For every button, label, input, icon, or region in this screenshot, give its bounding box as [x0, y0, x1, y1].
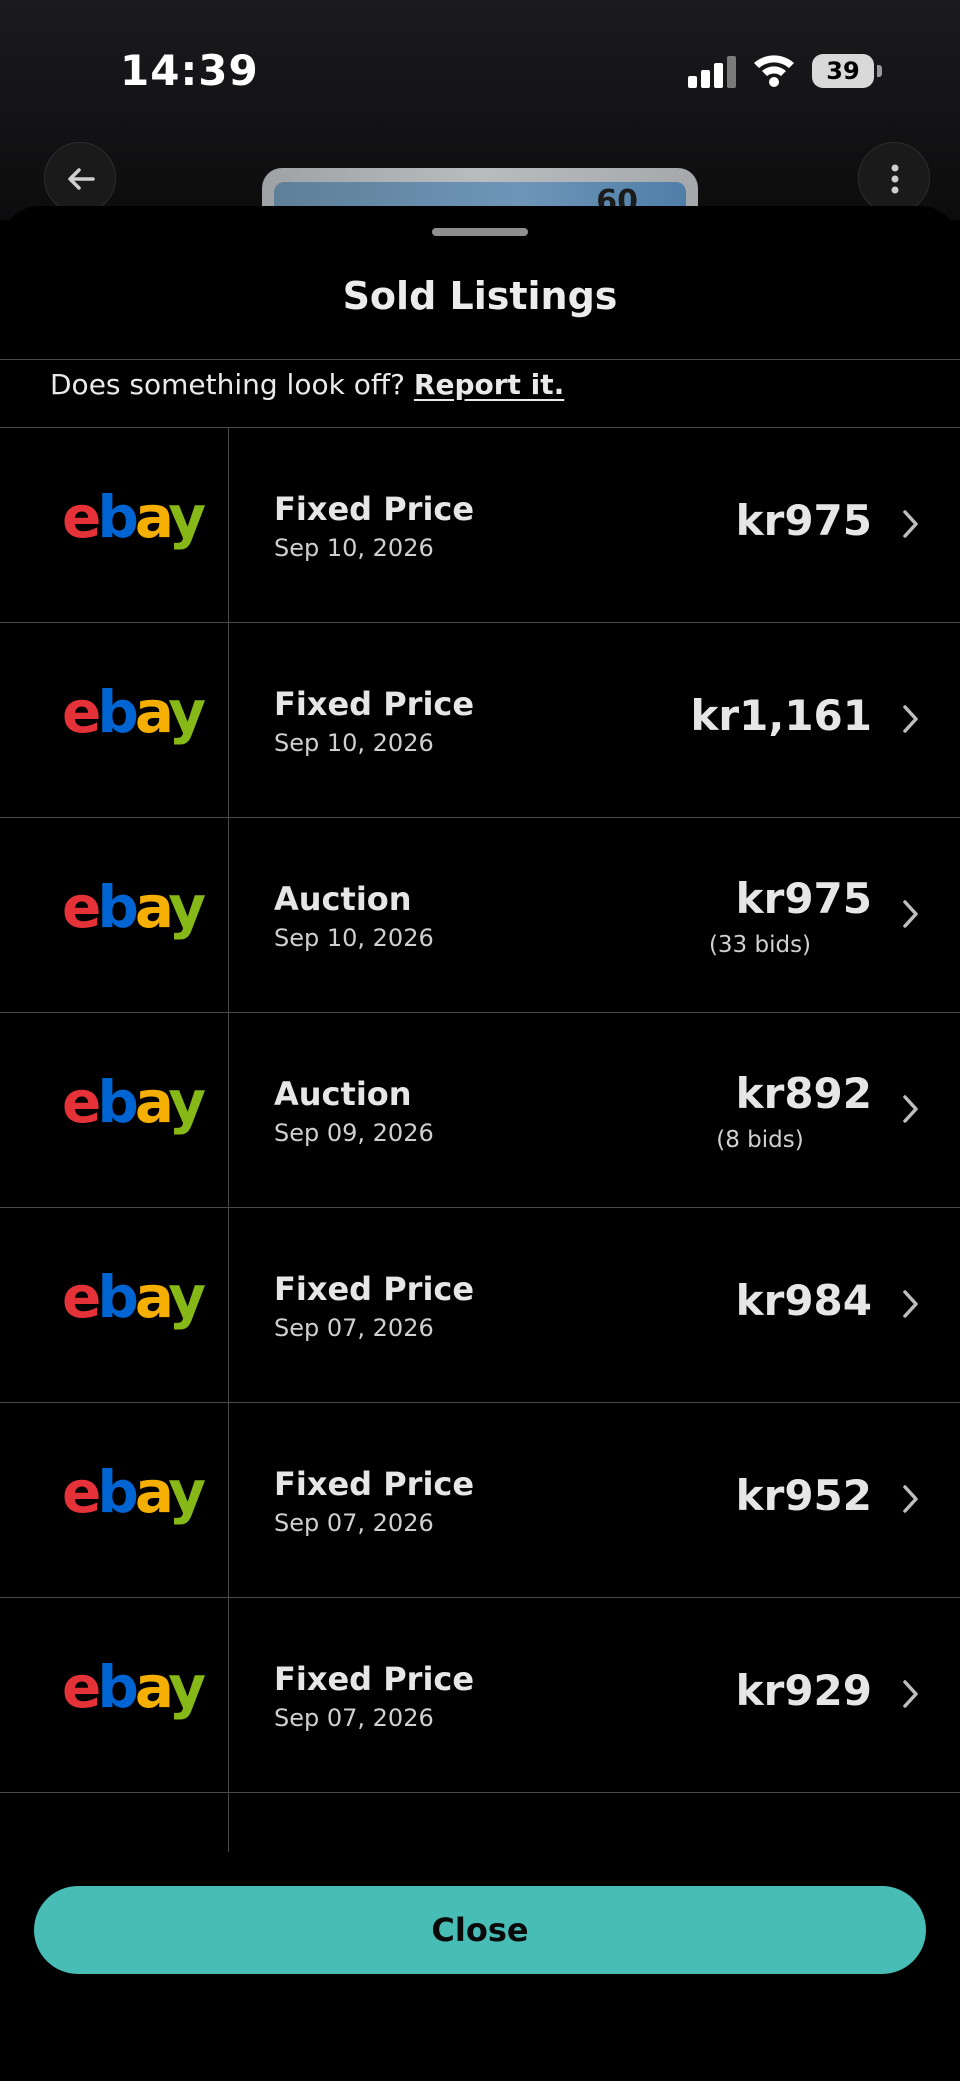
chevron-right-icon — [903, 510, 918, 538]
listing-type: Fixed Price — [274, 1270, 475, 1308]
ebay-logo: ebay — [62, 1263, 206, 1331]
ebay-logo: ebay — [62, 678, 206, 746]
listing-row[interactable]: ebay Fixed Price Sep 10, 2026 kr1,161 — [0, 623, 960, 818]
listing-type: Fixed Price — [274, 1660, 475, 1698]
divider — [0, 359, 960, 360]
listing-bids: (8 bids) — [716, 1127, 804, 1153]
listing-type: Fixed Price — [274, 1465, 475, 1503]
ebay-logo: ebay — [62, 873, 206, 941]
listing-row[interactable]: ebay Auction Sep 10, 2026 kr975 (33 bids… — [0, 818, 960, 1013]
chevron-right-icon — [903, 1095, 918, 1123]
chevron-right-icon — [903, 900, 918, 928]
ebay-logo: ebay — [62, 1653, 206, 1721]
more-vertical-icon — [891, 164, 899, 194]
listing-date: Sep 07, 2026 — [274, 1509, 434, 1537]
listing-row[interactable]: ebay Auction Sep 09, 2026 kr892 (8 bids) — [0, 1013, 960, 1208]
listing-date: Sep 07, 2026 — [274, 1704, 434, 1732]
more-options-button[interactable] — [858, 142, 930, 214]
ebay-logo: ebay — [62, 1458, 206, 1526]
listing-type: Auction — [274, 880, 412, 918]
listing-row[interactable]: ebay Fixed Price Sep 10, 2026 kr975 — [0, 428, 960, 623]
back-button[interactable] — [44, 142, 116, 214]
listing-type: Fixed Price — [274, 685, 475, 723]
listing-row[interactable]: ebay Fixed Price Sep 07, 2026 kr984 — [0, 1208, 960, 1403]
listing-price: kr1,161 — [690, 691, 873, 740]
wifi-icon — [754, 55, 794, 87]
report-row: Does something look off? Report it. — [50, 368, 564, 401]
listing-date: Sep 10, 2026 — [274, 534, 434, 562]
sheet-title: Sold Listings — [342, 274, 618, 318]
listing-price: kr975 — [735, 496, 872, 545]
listing-type: Fixed Price — [274, 490, 475, 528]
listing-price: kr952 — [735, 1471, 872, 1520]
sheet-grabber[interactable] — [432, 228, 528, 236]
chevron-right-icon — [903, 1680, 918, 1708]
listings-list: ebay Fixed Price Sep 10, 2026 kr975 ebay… — [0, 428, 960, 1793]
sold-listings-sheet: Sold Listings Does something look off? R… — [0, 206, 960, 2081]
close-button[interactable]: Close — [34, 1886, 926, 1974]
listing-date: Sep 10, 2026 — [274, 729, 434, 757]
chevron-right-icon — [903, 1485, 918, 1513]
listing-price: kr929 — [735, 1666, 872, 1715]
report-link[interactable]: Report it. — [414, 368, 564, 401]
arrow-left-icon — [68, 168, 95, 190]
listing-price: kr975 — [735, 874, 872, 923]
ebay-logo: ebay — [62, 1068, 206, 1136]
listing-type: Auction — [274, 1075, 412, 1113]
report-prompt: Does something look off? — [50, 368, 405, 401]
listing-price: kr892 — [735, 1069, 872, 1118]
listing-row[interactable]: ebay Fixed Price Sep 07, 2026 kr952 — [0, 1403, 960, 1598]
listing-row[interactable]: ebay Fixed Price Sep 07, 2026 kr929 — [0, 1598, 960, 1793]
listing-date: Sep 09, 2026 — [274, 1119, 434, 1147]
chevron-right-icon — [903, 1290, 918, 1318]
listing-bids: (33 bids) — [708, 932, 812, 958]
listing-date: Sep 10, 2026 — [274, 924, 434, 952]
cellular-signal-icon — [688, 56, 736, 88]
listing-date: Sep 07, 2026 — [274, 1314, 434, 1342]
ebay-logo: ebay — [62, 483, 206, 551]
listing-price: kr984 — [735, 1276, 872, 1325]
battery-indicator: 39 — [812, 54, 882, 88]
status-time: 14:39 — [120, 46, 259, 95]
chevron-right-icon — [903, 705, 918, 733]
